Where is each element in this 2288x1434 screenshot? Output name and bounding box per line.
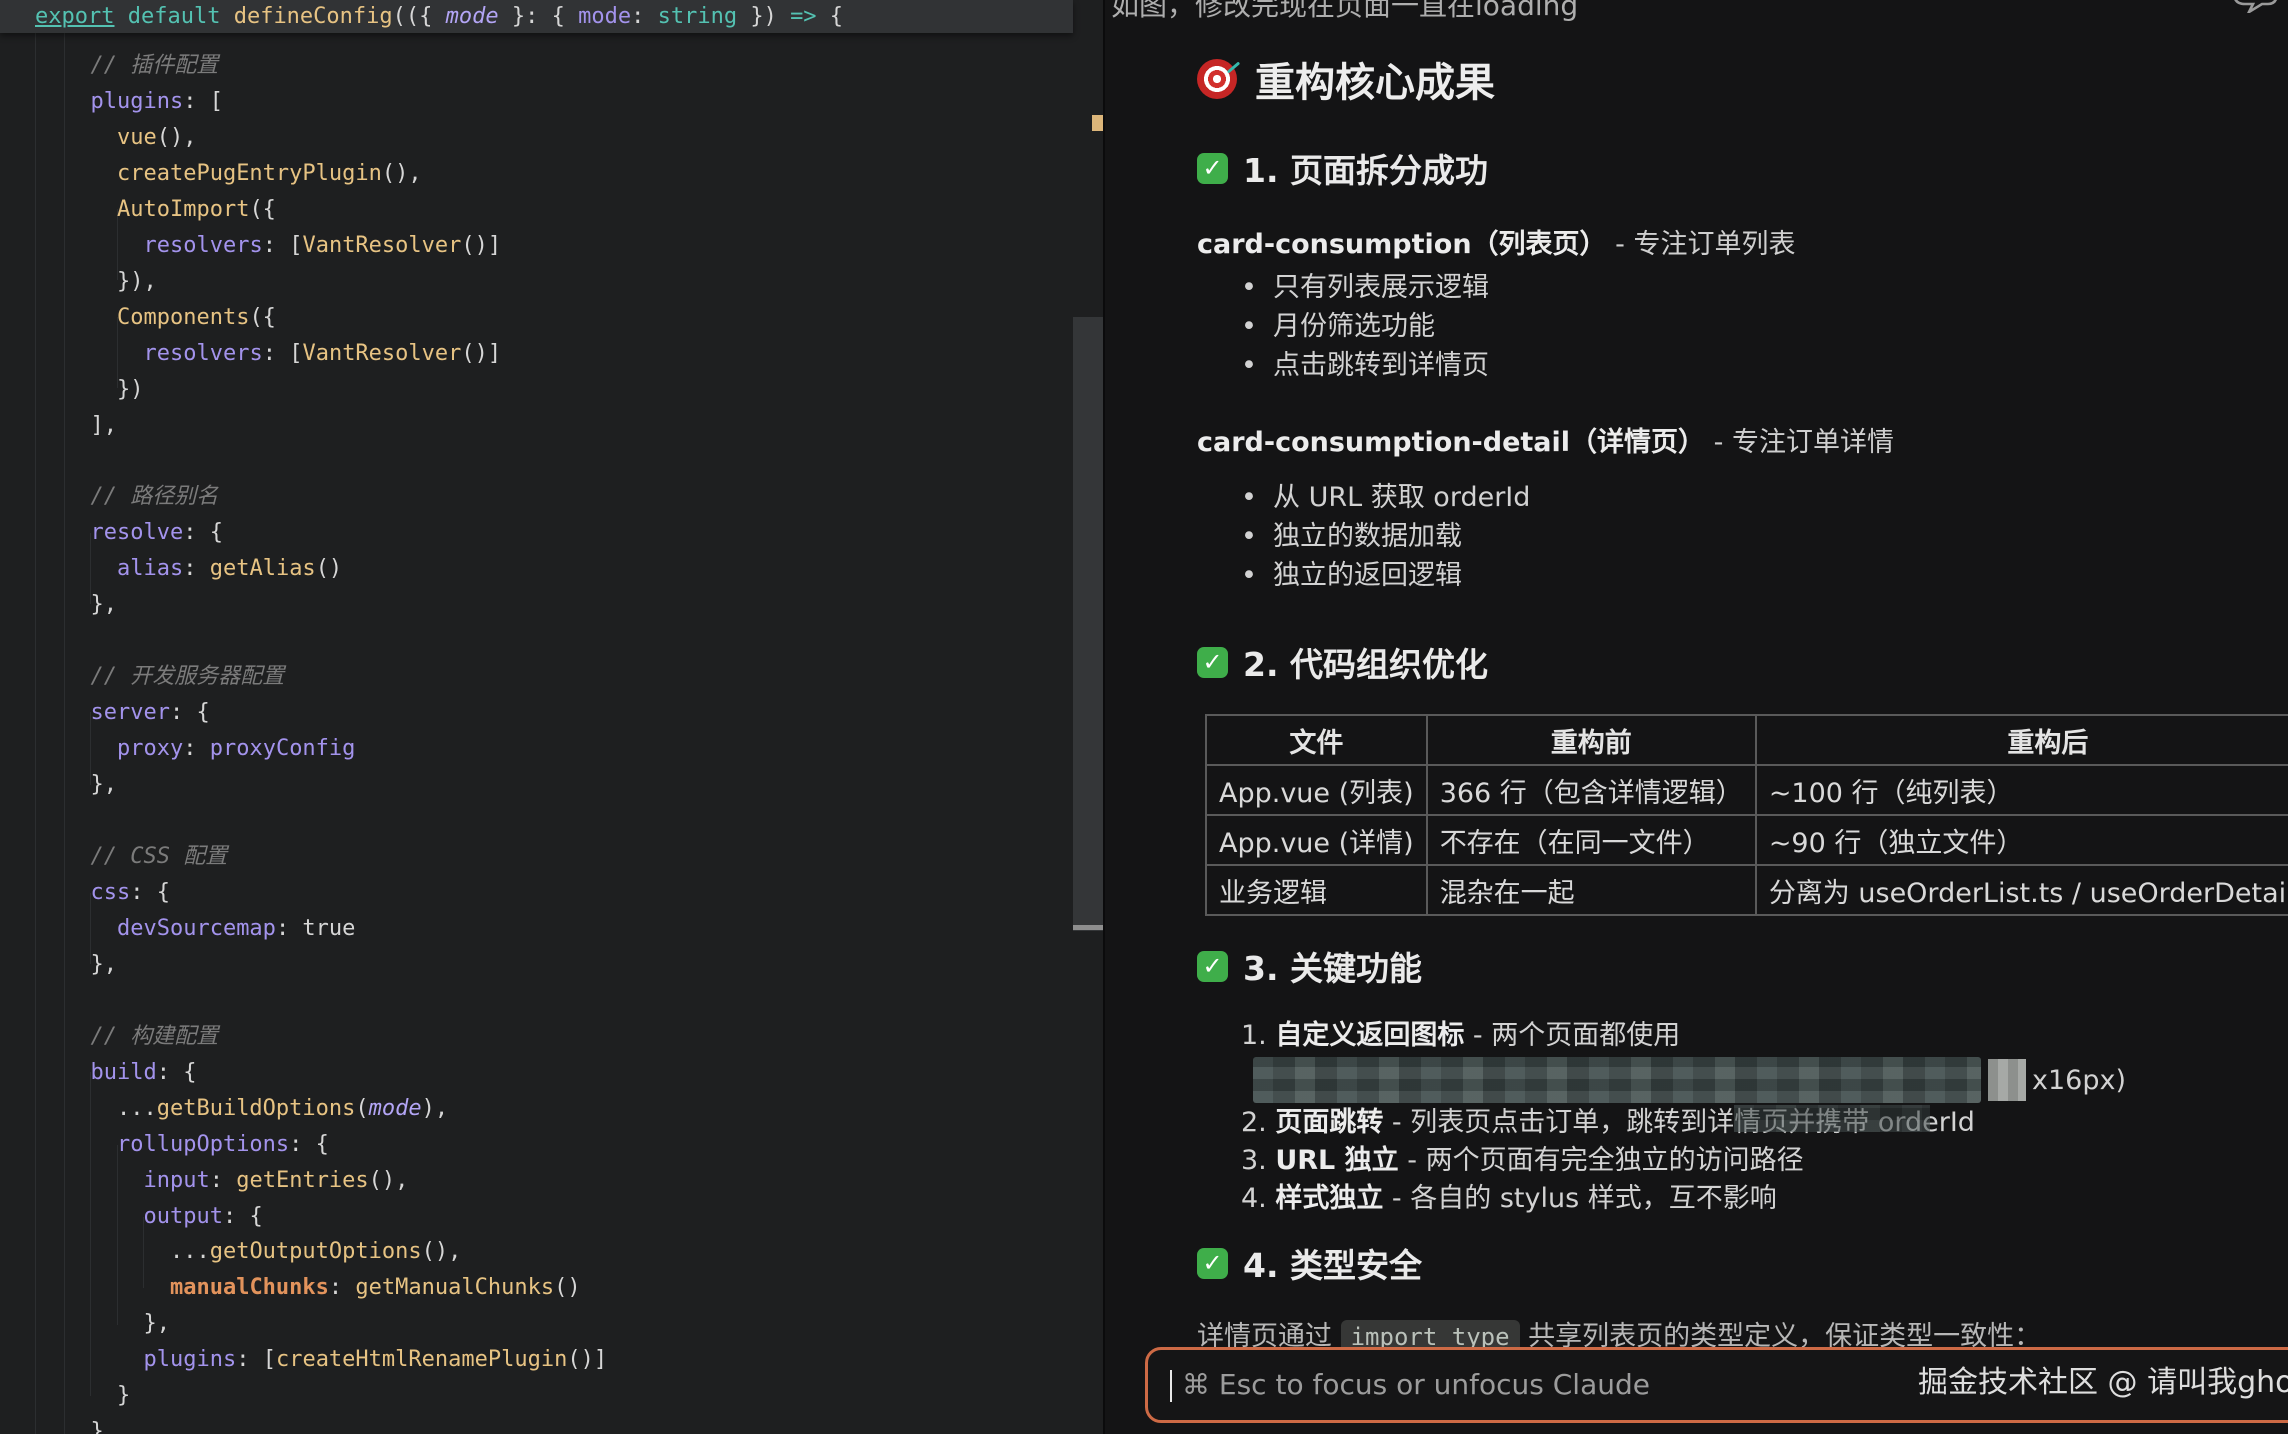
code-body[interactable]: // 插件配置 plugins: [ vue(), createPugEntry…	[64, 48, 607, 1434]
table-row: App.vue (列表)366 行（包含详情逻辑）~100 行（纯列表）	[1206, 765, 2288, 815]
feature-item: 1. 自定义返回图标 - 两个页面都使用	[1197, 1016, 2267, 1056]
sticky-scroll-line[interactable]: export default defineConfig(({ mode }: {…	[0, 0, 1073, 33]
table-header-cell: 文件	[1206, 715, 1427, 765]
editor-scrollbar[interactable]	[1073, 0, 1103, 1434]
page-title: 重构核心成果	[1197, 50, 1495, 108]
table-row: App.vue (详情)不存在（在同一文件）~90 行（独立文件）	[1206, 815, 2288, 865]
table-cell: 混杂在一起	[1427, 865, 1756, 915]
detail-page-bullets: 从 URL 获取 orderId独立的数据加载独立的返回逻辑	[1197, 478, 1530, 595]
section-1-heading: ✓ 1. 页面拆分成功	[1197, 146, 1488, 190]
section-3-heading: ✓ 3. 关键功能	[1197, 944, 1422, 988]
check-icon: ✓	[1197, 153, 1228, 184]
sticky-code-line: export default defineConfig(({ mode }: {…	[0, 0, 1073, 33]
section-4-heading: ✓ 4. 类型安全	[1197, 1241, 1422, 1285]
table-cell: ~90 行（独立文件）	[1756, 815, 2288, 865]
claude-input[interactable]: ⌘ Esc to focus or unfocus Claude 掘金技术社区 …	[1145, 1347, 2288, 1423]
lead-card-consumption-detail: card-consumption-detail（详情页） - 专注订单详情	[1197, 420, 1894, 459]
redaction-blur-overlay	[1734, 1105, 1930, 1132]
app-window: // 插件配置 plugins: [ vue(), createPugEntry…	[0, 0, 2288, 1434]
list-item: 点击跳转到详情页	[1197, 346, 1489, 385]
key-features-list: 1. 自定义返回图标 - 两个页面都使用 x16px) 2. 页面跳转 - 列表…	[1197, 1016, 2267, 1218]
claude-panel: 如图，修改完现在页面一直在loading 重构核心成果 ✓ 1. 页面拆分成功 …	[1105, 0, 2288, 1434]
watermark-text: 掘金技术社区 @ 请叫我ghost	[1918, 1350, 2288, 1416]
overview-modified-marker	[1092, 115, 1103, 131]
table-cell: App.vue (列表)	[1206, 765, 1427, 815]
check-icon: ✓	[1197, 1248, 1228, 1279]
list-page-bullets: 只有列表展示逻辑月份筛选功能点击跳转到详情页	[1197, 268, 1489, 385]
list-item: 从 URL 获取 orderId	[1197, 478, 1530, 517]
table-cell: 366 行（包含详情逻辑）	[1427, 765, 1756, 815]
redacted-row: x16px)	[1253, 1056, 2267, 1104]
table-cell: 不存在（在同一文件）	[1427, 815, 1756, 865]
table-cell: 业务逻辑	[1206, 865, 1427, 915]
overview-cursor-marker	[1073, 925, 1103, 930]
section-2-heading: ✓ 2. 代码组织优化	[1197, 640, 1488, 684]
table-cell: 分离为 useOrderList.ts / useOrderDetail.ts	[1756, 865, 2288, 915]
code-editor-pane[interactable]: // 插件配置 plugins: [ vue(), createPugEntry…	[0, 0, 1104, 1434]
gutter-line	[35, 33, 36, 1434]
table-header-cell: 重构后	[1756, 715, 2288, 765]
table-cell: App.vue (详情)	[1206, 815, 1427, 865]
refactor-comparison-table: 文件重构前重构后App.vue (列表)366 行（包含详情逻辑）~100 行（…	[1205, 714, 2288, 916]
list-item: 独立的返回逻辑	[1197, 556, 1530, 595]
table-cell: ~100 行（纯列表）	[1756, 765, 2288, 815]
page-title-text: 重构核心成果	[1255, 50, 1495, 108]
table-row: 业务逻辑混杂在一起分离为 useOrderList.ts / useOrderD…	[1206, 865, 2288, 915]
check-icon: ✓	[1197, 951, 1228, 982]
lead-card-consumption: card-consumption（列表页） - 专注订单列表	[1197, 222, 1795, 261]
speech-bubble-icon[interactable]	[2232, 0, 2280, 13]
redacted-row-tail: x16px)	[2032, 1065, 2126, 1096]
redaction-blur-block	[1253, 1057, 1981, 1103]
text-cursor	[1170, 1370, 1172, 1402]
feature-item: 2. 页面跳转 - 列表页点击订单，跳转到详情页并携带 orderId	[1197, 1104, 2267, 1142]
input-placeholder: ⌘ Esc to focus or unfocus Claude	[1182, 1350, 1650, 1420]
check-icon: ✓	[1197, 647, 1228, 678]
redaction-blur-chip	[1988, 1059, 2026, 1101]
scrollbar-thumb[interactable]	[1073, 317, 1103, 931]
list-item: 只有列表展示逻辑	[1197, 268, 1489, 307]
clipped-user-message: 如图，修改完现在页面一直在loading	[1111, 0, 1578, 24]
target-emoji-icon	[1197, 59, 1237, 99]
feature-item: 4. 样式独立 - 各自的 stylus 样式，互不影响	[1197, 1180, 2267, 1218]
feature-item: 3. URL 独立 - 两个页面有完全独立的访问路径	[1197, 1142, 2267, 1180]
table-header-cell: 重构前	[1427, 715, 1756, 765]
list-item: 独立的数据加载	[1197, 517, 1530, 556]
list-item: 月份筛选功能	[1197, 307, 1489, 346]
